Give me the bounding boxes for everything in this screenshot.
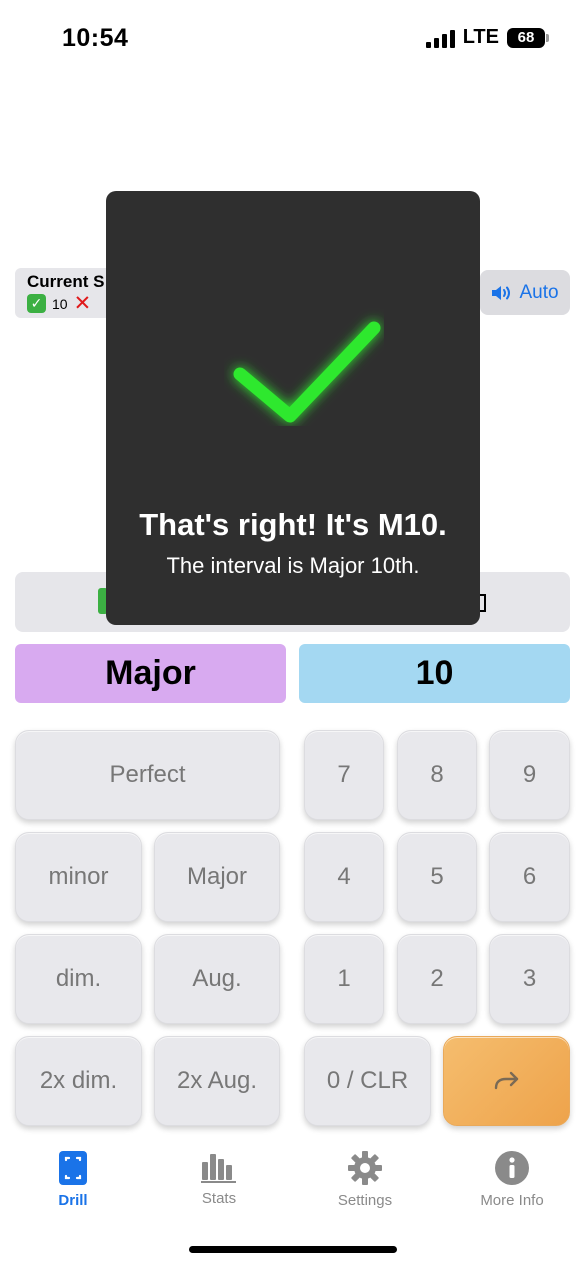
key-dim[interactable]: dim. (15, 934, 142, 1024)
key-major[interactable]: Major (154, 832, 280, 922)
bar-chart-icon (201, 1154, 236, 1183)
gear-icon (348, 1151, 382, 1185)
signal-icon (425, 28, 455, 48)
key-6[interactable]: 6 (489, 832, 570, 922)
drill-icon (59, 1151, 87, 1185)
key-aug[interactable]: Aug. (154, 934, 280, 1024)
feedback-subtitle: The interval is Major 10th. (166, 553, 420, 578)
answer-number: 10 (299, 644, 570, 703)
battery-level: 68 (517, 29, 535, 46)
status-indicators: LTE 68 (425, 26, 549, 49)
tab-settings-label: Settings (337, 1192, 393, 1209)
checkmark-icon (233, 321, 381, 423)
key-double-aug[interactable]: 2x Aug. (154, 1036, 280, 1126)
speaker-icon (492, 285, 511, 300)
battery-icon: 68 (507, 27, 549, 48)
drill-screen: 10:54 LTE 68 Current S ✓ 10 ✕ Auto Major… (0, 0, 585, 1266)
answer-quality: Major (15, 644, 286, 703)
feedback-overlay: That's right! It's M10. The interval is … (106, 191, 480, 625)
tab-drill-label: Drill (58, 1192, 88, 1209)
key-double-dim[interactable]: 2x dim. (15, 1036, 142, 1126)
correct-count: 10 (52, 295, 68, 312)
tab-more-info-label: More Info (480, 1192, 544, 1209)
auto-button[interactable]: Auto (480, 270, 570, 315)
tab-settings[interactable]: Settings (310, 1150, 420, 1209)
key-8[interactable]: 8 (397, 730, 477, 820)
key-7[interactable]: 7 (304, 730, 384, 820)
feedback-title: That's right! It's M10. (139, 507, 447, 542)
home-indicator[interactable] (189, 1246, 397, 1253)
key-minor[interactable]: minor (15, 832, 142, 922)
key-4[interactable]: 4 (304, 832, 384, 922)
network-label: LTE (462, 26, 499, 48)
tab-stats-label: Stats (201, 1190, 237, 1207)
auto-label: Auto (519, 281, 559, 303)
tab-stats[interactable]: Stats (164, 1150, 274, 1207)
key-1[interactable]: 1 (304, 934, 384, 1024)
correct-icon: ✓ (27, 294, 46, 313)
key-zero-clear[interactable]: 0 / CLR (304, 1036, 431, 1126)
wrong-icon: ✕ (73, 292, 92, 315)
info-icon (495, 1151, 529, 1185)
status-time: 10:54 (62, 24, 129, 52)
key-perfect[interactable]: Perfect (15, 730, 280, 820)
key-3[interactable]: 3 (489, 934, 570, 1024)
key-2[interactable]: 2 (397, 934, 477, 1024)
tab-more-info[interactable]: More Info (457, 1150, 567, 1209)
tab-drill[interactable]: Drill (18, 1150, 128, 1209)
key-5[interactable]: 5 (397, 832, 477, 922)
submit-button[interactable] (443, 1036, 570, 1126)
key-9[interactable]: 9 (489, 730, 570, 820)
arrow-right-icon (494, 1071, 518, 1090)
